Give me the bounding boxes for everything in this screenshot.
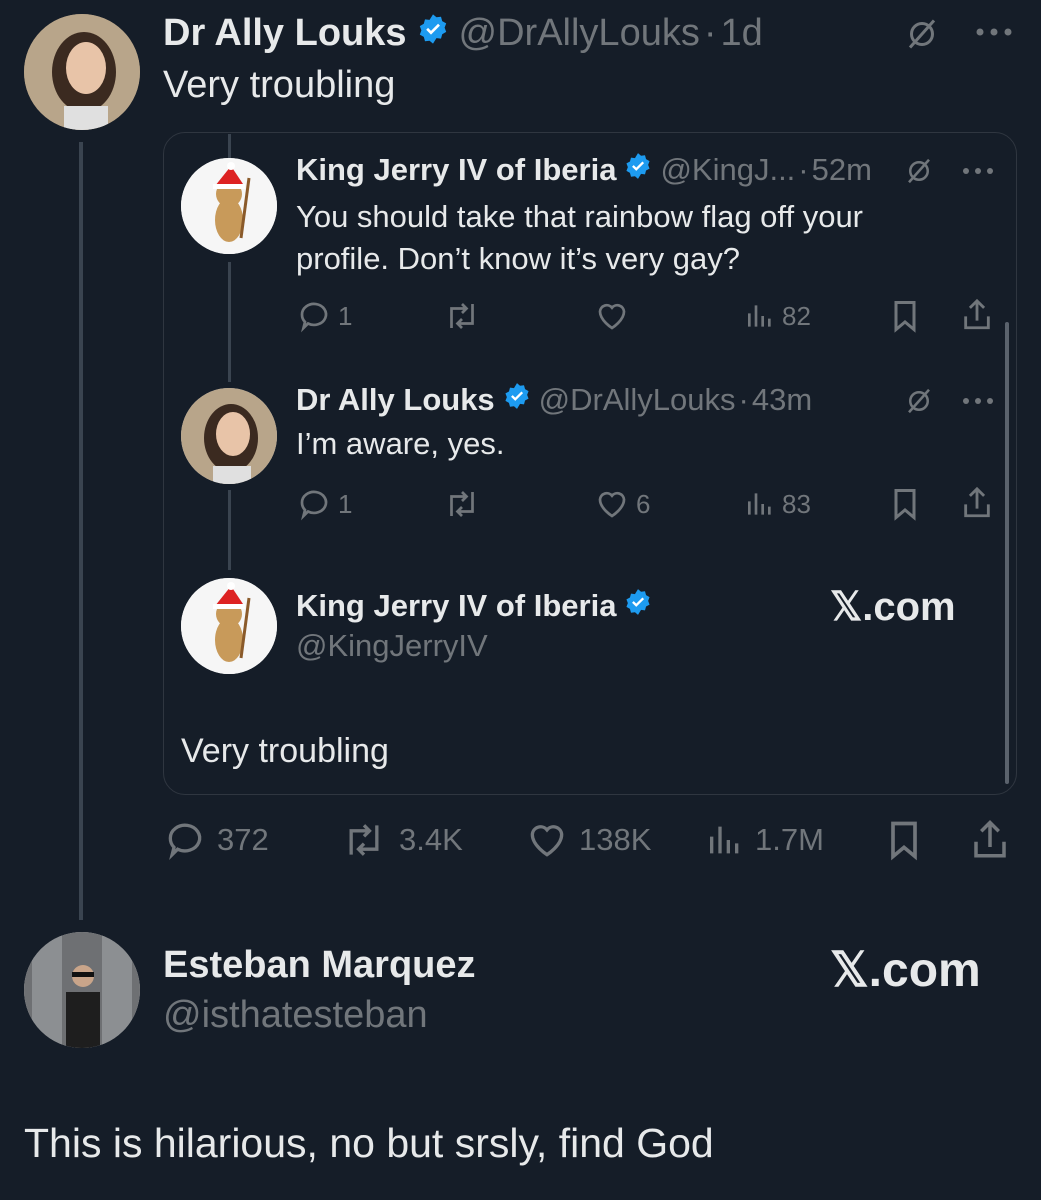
text-line: profile. Don’t know it’s very gay? (296, 241, 740, 276)
x-com-watermark: 𝕏.com (830, 585, 956, 629)
tweet-time[interactable]: 52m (812, 152, 872, 188)
views-count: 82 (782, 300, 811, 331)
reply-count: 1 (338, 488, 353, 519)
avatar-king-jerry[interactable] (181, 158, 277, 254)
author-handle[interactable]: @DrAllyLouks (539, 382, 736, 418)
bookmark-button[interactable] (890, 486, 920, 522)
quote-tweet2-actions: 1 6 83 (296, 484, 996, 524)
repost-button[interactable]: 3.4K (339, 818, 463, 862)
x-com-watermark: 𝕏.com (830, 944, 981, 997)
like-button[interactable]: 6 (594, 486, 650, 522)
like-count: 138K (579, 822, 652, 857)
verified-badge-icon (624, 152, 652, 188)
author-name[interactable]: King Jerry IV of Iberia (296, 152, 616, 188)
verified-badge-icon (503, 382, 531, 418)
author-handle[interactable]: @isthatesteban (163, 994, 428, 1037)
tweet-time[interactable]: 1d (721, 12, 763, 55)
author-name[interactable]: Esteban Marquez (163, 944, 476, 987)
more-icon[interactable] (960, 394, 996, 413)
reply-button[interactable]: 372 (163, 818, 269, 862)
reply-count: 1 (338, 300, 353, 331)
repost-count: 3.4K (399, 822, 463, 857)
like-button[interactable]: 138K (525, 818, 651, 862)
main-tweet-actions: 372 3.4K 138K 1.7M (163, 816, 1023, 866)
author-handle[interactable]: @DrAllyLouks (459, 12, 700, 55)
more-icon[interactable] (972, 24, 1016, 45)
quote-tweet1-header: King Jerry IV of Iberia @KingJ... · 52m (296, 152, 872, 188)
bookmark-button[interactable] (885, 818, 923, 862)
verified-badge-icon (417, 12, 449, 55)
share-button[interactable] (960, 484, 994, 522)
verified-badge-icon (624, 588, 652, 624)
repost-button[interactable] (442, 486, 482, 522)
quote-tweet2-header: Dr Ally Louks @DrAllyLouks · 43m (296, 382, 812, 418)
author-name[interactable]: King Jerry IV of Iberia (296, 588, 616, 624)
grok-icon[interactable] (904, 16, 940, 57)
quote-tweet2-text: I’m aware, yes. (296, 426, 505, 461)
reply-button[interactable]: 1 (296, 298, 352, 334)
avatar-ally-louks[interactable] (181, 388, 277, 484)
grok-icon[interactable] (904, 156, 934, 191)
more-icon[interactable] (960, 164, 996, 183)
like-count: 6 (636, 488, 651, 519)
quote-thread-line (228, 490, 231, 570)
reply-button[interactable]: 1 (296, 486, 352, 522)
scrollbar[interactable] (1005, 322, 1009, 784)
reply-count: 372 (217, 822, 269, 857)
grok-icon[interactable] (904, 386, 934, 421)
main-tweet-text: Very troubling (163, 64, 396, 106)
share-button[interactable] (969, 816, 1011, 864)
avatar-ally-louks[interactable] (24, 14, 140, 130)
dot-separator: · (703, 12, 717, 54)
author-name[interactable]: Dr Ally Louks (163, 12, 407, 55)
quote-thread-line (228, 262, 231, 382)
views-button[interactable]: 83 (744, 486, 811, 522)
text-line: You should take that rainbow flag off yo… (296, 199, 864, 234)
thread-line (79, 142, 83, 920)
author-handle[interactable]: @KingJerryIV (296, 628, 488, 664)
author-name[interactable]: Dr Ally Louks (296, 382, 495, 418)
quote-tweet1-text: You should take that rainbow flag off yo… (296, 196, 863, 280)
quote-tweet1-actions: 1 82 (296, 296, 996, 336)
avatar-esteban-marquez[interactable] (24, 932, 140, 1048)
dot-separator: · (798, 152, 809, 187)
quote-footer-text: Very troubling (181, 732, 389, 770)
repost-button[interactable] (442, 298, 482, 334)
views-button[interactable]: 1.7M (705, 818, 824, 862)
share-button[interactable] (960, 296, 994, 334)
views-count: 1.7M (755, 822, 824, 857)
bookmark-button[interactable] (890, 298, 920, 334)
views-button[interactable]: 82 (744, 298, 811, 334)
main-tweet-header: Dr Ally Louks @DrAllyLouks · 1d (163, 12, 763, 55)
dot-separator: · (738, 382, 749, 417)
author-handle[interactable]: @KingJ... (660, 152, 795, 188)
views-count: 83 (782, 488, 811, 519)
tweet-time[interactable]: 43m (752, 382, 812, 418)
quote-tweet3-header: King Jerry IV of Iberia (296, 588, 652, 624)
avatar-king-jerry[interactable] (181, 578, 277, 674)
like-button[interactable] (594, 298, 630, 334)
reply-text: This is hilarious, no but srsly, find Go… (24, 1120, 714, 1166)
